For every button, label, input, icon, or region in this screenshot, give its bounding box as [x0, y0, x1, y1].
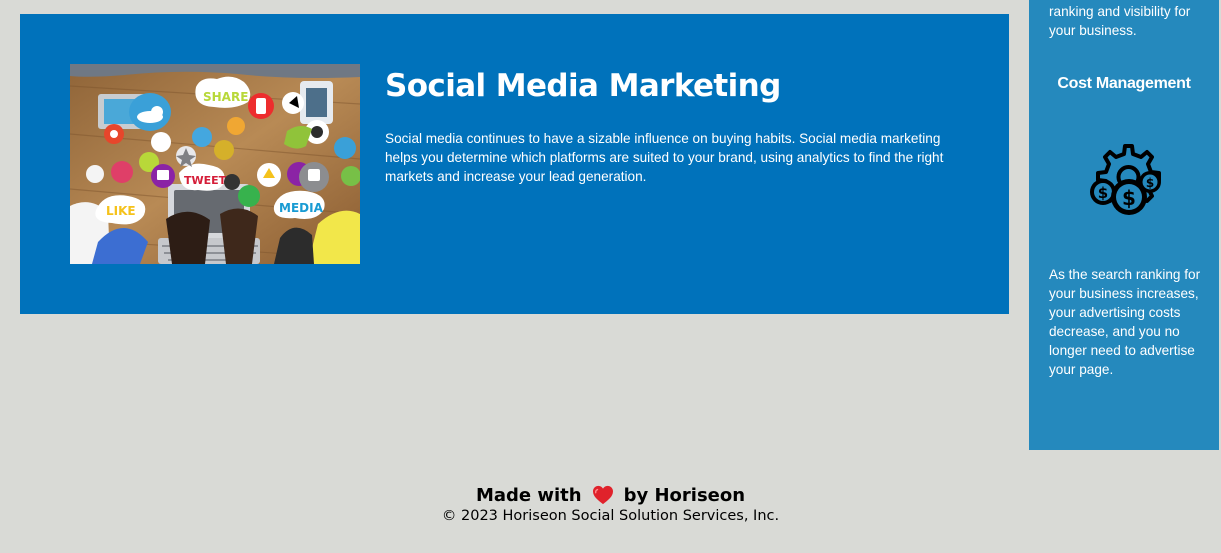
svg-text:TWEET: TWEET [184, 174, 227, 187]
svg-text:$: $ [1146, 176, 1154, 190]
cost-management-icon: $ $ $ [1090, 144, 1161, 215]
svg-text:LIKE: LIKE [106, 204, 136, 218]
sidebar-heading-cost-management: Cost Management [1057, 75, 1191, 92]
copyright-text: © 2023 Horiseon Social Solution Services… [441, 508, 780, 524]
made-with-line: Made with by Horiseon [0, 482, 1221, 508]
card-title: Social Media Marketing [385, 68, 781, 104]
svg-text:$: $ [1098, 184, 1108, 202]
card-description: Social media continues to have a sizable… [385, 131, 944, 184]
content-card: SHARE TWEET LIKE MEDIA Social Media Mark… [20, 14, 1009, 314]
svg-text:$: $ [1122, 186, 1136, 210]
sidebar-text-top: ranking and visibility for your business… [1049, 4, 1191, 38]
social-media-image: SHARE TWEET LIKE MEDIA [70, 64, 360, 264]
svg-text:MEDIA: MEDIA [279, 201, 324, 215]
made-with-text: Made with [475, 484, 582, 506]
heart-icon [592, 485, 613, 505]
page-footer: Made with by Horiseon © 2023 Horiseon So… [0, 482, 1221, 525]
social-media-collage-image: SHARE TWEET LIKE MEDIA [70, 64, 360, 264]
sidebar: ranking and visibility for your business… [1029, 0, 1219, 450]
sidebar-text-bottom: As the search ranking for your business … [1049, 267, 1201, 377]
by-horiseon-text: by Horiseon [623, 484, 746, 506]
svg-text:SHARE: SHARE [203, 90, 248, 104]
